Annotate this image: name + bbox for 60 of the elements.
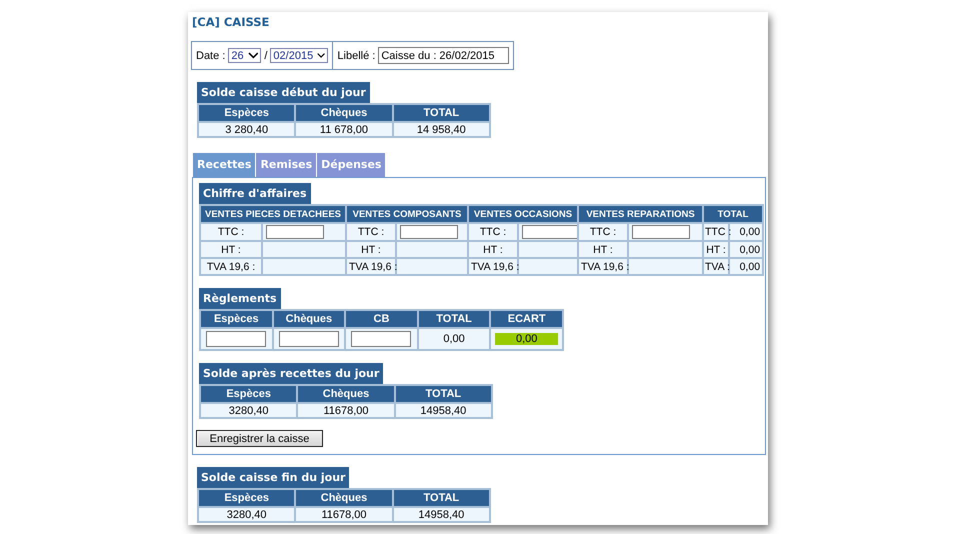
row-label: HT : <box>200 241 262 258</box>
table-cell: 0,00 <box>418 328 490 350</box>
column-header: VENTES REPARATIONS <box>578 205 704 223</box>
table-cell: 0,00 <box>729 258 764 275</box>
column-header: Espèces <box>198 489 296 507</box>
row-label: HT : <box>346 241 396 258</box>
table-cell: 0,00 <box>729 241 764 258</box>
section-title: Solde caisse fin du jour <box>197 467 350 488</box>
column-header: Chèques <box>295 104 393 122</box>
month-select[interactable]: 02/2015 <box>270 48 328 63</box>
table-cell: 14 958,40 <box>392 122 490 137</box>
column-header: TOTAL <box>418 310 490 328</box>
table-cell: 3 280,40 <box>198 122 296 137</box>
separator: / <box>264 50 268 62</box>
table-cell: 11678,00 <box>295 507 393 522</box>
column-header: TOTAL <box>392 104 490 122</box>
page-title: [CA] CAISSE <box>192 15 270 31</box>
table-cell: 14958,40 <box>394 403 492 418</box>
column-header: TOTAL <box>394 385 492 403</box>
section-title: Solde caisse début du jour <box>197 82 370 103</box>
table-cell: 11 678,00 <box>295 122 393 137</box>
column-header: Espèces <box>200 385 298 403</box>
row-label: HT : <box>578 241 628 258</box>
row-label: TTC : <box>578 223 628 241</box>
column-header: Espèces <box>200 310 273 328</box>
section-title: Solde après recettes du jour <box>199 363 384 384</box>
row-label: TVA 19,6 : <box>578 258 628 275</box>
column-header: Chèques <box>297 385 395 403</box>
table-cell: 3280,40 <box>198 507 296 522</box>
save-button[interactable]: Enregistrer la caisse <box>196 430 323 447</box>
row-label: TVA 19,6 : <box>346 258 396 275</box>
row-label: TVA 19,6 : <box>200 258 262 275</box>
table-cell: 14958,40 <box>392 507 490 522</box>
column-header: ECART <box>490 310 563 328</box>
table-cell: 11678,00 <box>297 403 395 418</box>
row-label: TTC : <box>200 223 262 241</box>
status-value: 0,00 <box>495 333 558 345</box>
day-select[interactable]: 26 <box>228 48 262 63</box>
label-field[interactable]: Caisse du : 26/02/2015 <box>378 47 510 64</box>
section-title: Règlements <box>199 288 281 309</box>
field-label: Date : <box>196 50 226 62</box>
row-label: HT : <box>468 241 518 258</box>
column-header: Espèces <box>198 104 296 122</box>
table-cell: 3280,40 <box>200 403 298 418</box>
column-header: VENTES PIECES DETACHEES <box>200 205 346 223</box>
row-label: TTC : <box>346 223 396 241</box>
column-header: TOTAL <box>392 489 490 507</box>
row-label: TTC : <box>468 223 518 241</box>
row-label: TVA : <box>703 258 730 275</box>
column-header: CB <box>345 310 418 328</box>
field-label: Libellé : <box>337 50 376 62</box>
column-header: TOTAL <box>703 205 764 223</box>
column-header: VENTES OCCASIONS <box>468 205 578 223</box>
row-label: TVA 19,6 : <box>468 258 518 275</box>
column-header: Chèques <box>295 489 393 507</box>
row-label: HT : <box>703 241 730 258</box>
column-header: Chèques <box>272 310 346 328</box>
column-header: VENTES COMPOSANTS <box>346 205 468 223</box>
row-label: TTC : <box>703 223 730 241</box>
section-title: Chiffre d'affaires <box>199 183 311 204</box>
